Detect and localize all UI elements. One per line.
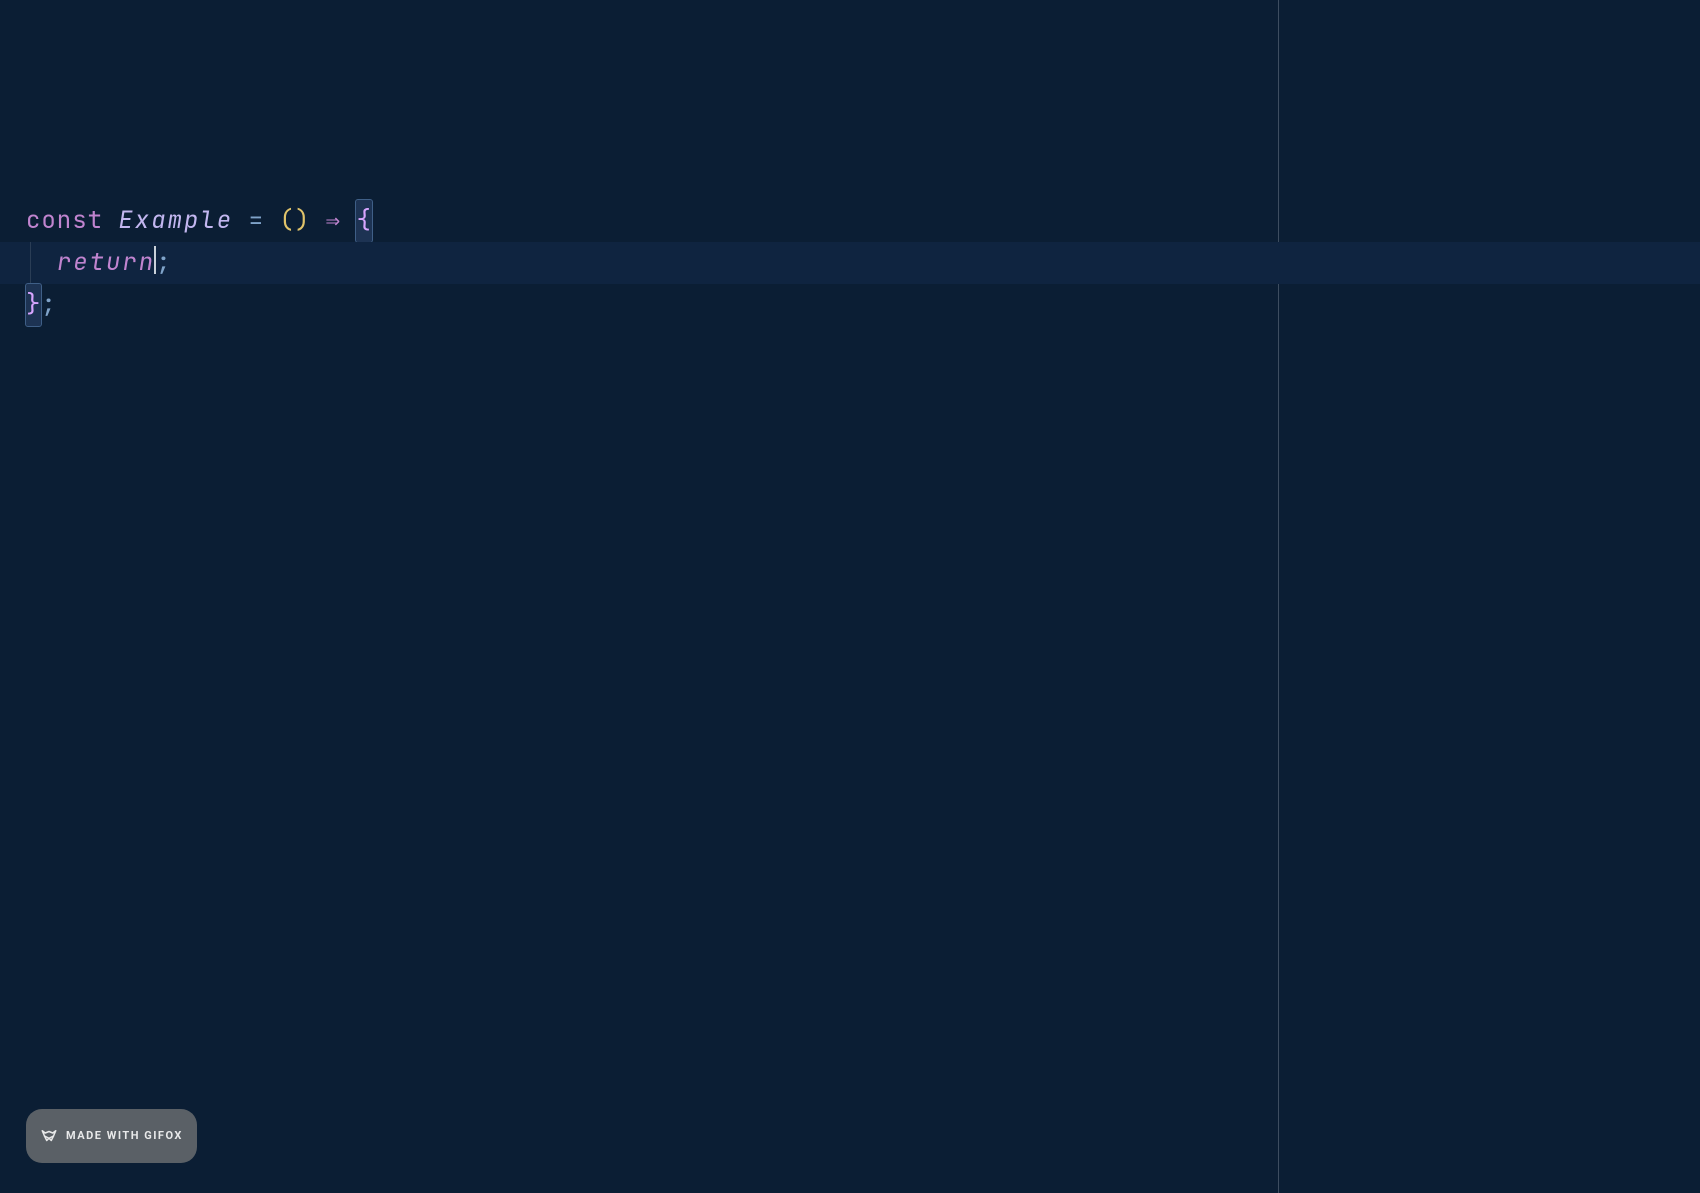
keyword-const: const: [26, 205, 103, 236]
code-editor[interactable]: const Example = () ⇒ { return; }; MADE W…: [0, 0, 1700, 1193]
identifier-example: Example: [118, 205, 233, 236]
brace-open-highlight: {: [356, 200, 371, 242]
equals-operator: =: [233, 205, 279, 236]
semicolon: ;: [41, 289, 56, 320]
paren-close: ): [295, 205, 310, 236]
indent-guide: [30, 242, 31, 284]
semicolon: ;: [156, 247, 171, 278]
watermark-label: MADE WITH GIFOX: [66, 1115, 183, 1157]
column-ruler: [1278, 0, 1279, 1193]
keyword-return: return: [57, 247, 155, 278]
code-line-1[interactable]: const Example = () ⇒ {: [0, 200, 1700, 242]
fox-icon: [40, 1127, 58, 1145]
paren-open: (: [279, 205, 294, 236]
arrow-operator: ⇒: [310, 205, 356, 236]
brace-close-highlight: }: [26, 284, 41, 326]
code-line-3[interactable]: };: [0, 284, 1700, 326]
code-line-2-current[interactable]: return;: [0, 242, 1700, 284]
gifox-watermark: MADE WITH GIFOX: [26, 1109, 197, 1163]
